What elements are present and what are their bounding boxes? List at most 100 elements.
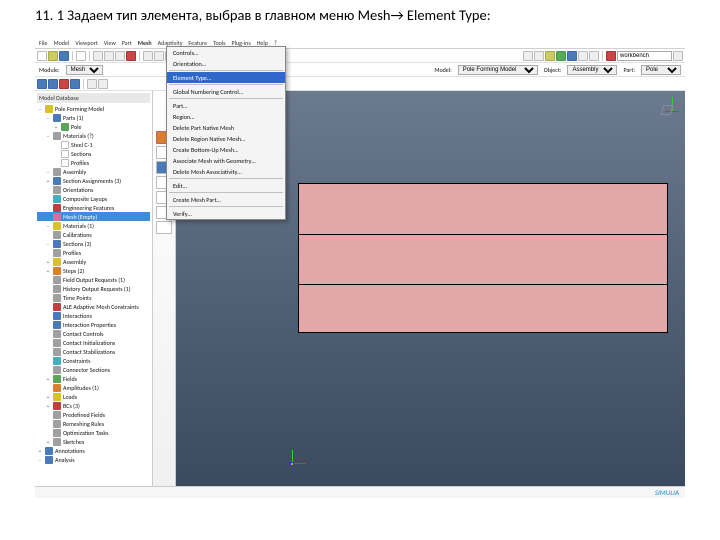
toolbar-search-input[interactable] [617, 51, 672, 61]
tb2f-icon[interactable] [98, 79, 108, 89]
tb-viewA-icon[interactable] [523, 51, 533, 61]
tree-node-8[interactable]: +Section Assignments (3) [37, 176, 150, 185]
menu-model[interactable]: Model [54, 39, 70, 47]
menu-item-15[interactable]: Edit… [167, 180, 285, 191]
tree-node-3[interactable]: −Materials (?) [37, 131, 150, 140]
tb-view1-icon[interactable] [143, 51, 153, 61]
tb2e-icon[interactable] [87, 79, 97, 89]
tree-node-1[interactable]: −Parts (1) [37, 113, 150, 122]
tb-remove-icon[interactable] [606, 51, 616, 61]
tree-node-0[interactable]: −Pole Forming Model [37, 104, 150, 113]
tb-view2-icon[interactable] [154, 51, 164, 61]
tb-open-icon[interactable] [48, 51, 58, 61]
tree-node-17[interactable]: +Assembly [37, 257, 150, 266]
menu-item-10[interactable]: Delete Region Native Mesh… [167, 133, 285, 144]
menu-item-19[interactable]: Verify… [167, 208, 285, 219]
object-select[interactable]: Assembly [567, 65, 617, 75]
tb-search-icon[interactable] [673, 51, 683, 61]
vt-mesh6-icon[interactable] [156, 221, 172, 234]
tree-node-34[interactable]: Predefined Fields [37, 410, 150, 419]
tree-node-24[interactable]: Interaction Properties [37, 320, 150, 329]
module-select[interactable]: Mesh [66, 65, 103, 75]
model-select[interactable]: Pole Forming Model [458, 65, 538, 75]
tree-node-14[interactable]: Calibrations [37, 230, 150, 239]
tree-node-13[interactable]: −Materials (1) [37, 221, 150, 230]
menu-part[interactable]: Part [122, 39, 132, 47]
tree-node-37[interactable]: +Sketches [37, 437, 150, 446]
view-cube-icon[interactable] [657, 97, 679, 119]
tb-zoom-icon[interactable] [115, 51, 125, 61]
tree-node-12[interactable]: Mesh (Empty) [37, 212, 150, 221]
tree-node-7[interactable]: −Assembly [37, 167, 150, 176]
tree-node-15[interactable]: −Sections (3) [37, 239, 150, 248]
tb-fit-icon[interactable] [126, 51, 136, 61]
menu-item-12[interactable]: Associate Mesh with Geometry… [167, 155, 285, 166]
menu-mesh[interactable]: Mesh [138, 39, 152, 47]
tree-node-6[interactable]: Profiles [37, 158, 150, 167]
menu-view[interactable]: View [104, 39, 116, 47]
tree-node-2[interactable]: +Pole [37, 122, 150, 131]
tree-node-21[interactable]: Time Points [37, 293, 150, 302]
tree-node-38[interactable]: +Annotations [37, 446, 150, 455]
tb-new-icon[interactable] [37, 51, 47, 61]
tree-node-23[interactable]: Interactions [37, 311, 150, 320]
model-tree[interactable]: Model Database −Pole Forming Model−Parts… [35, 91, 153, 486]
menu-item-1[interactable]: Orientation… [167, 58, 285, 69]
menu-item-7[interactable]: Part… [167, 100, 285, 111]
caption: 11. 1 Задаем тип элемента, выбрав в глав… [0, 0, 720, 28]
tree-node-35[interactable]: Remeshing Rules [37, 419, 150, 428]
menubar[interactable]: File Model Viewport View Part Mesh Adapt… [35, 38, 685, 49]
tree-node-9[interactable]: Orientations [37, 185, 150, 194]
tree-node-4[interactable]: Steel C-1 [37, 140, 150, 149]
tb-print-icon[interactable] [76, 51, 86, 61]
tb2a-icon[interactable] [37, 79, 47, 89]
tb-viewC-icon[interactable] [545, 51, 555, 61]
menu-viewport[interactable]: Viewport [75, 39, 97, 47]
mesh-dropdown-menu[interactable]: Controls…Orientation… Element Type… Global… [166, 46, 286, 220]
tree-node-18[interactable]: +Steps (2) [37, 266, 150, 275]
tree-node-22[interactable]: ALE Adaptive Mesh Constraints [37, 302, 150, 311]
toolbar-1 [35, 49, 685, 63]
tree-node-5[interactable]: Sections [37, 149, 150, 158]
menu-item-11[interactable]: Create Bottom-Up Mesh… [167, 144, 285, 155]
tree-node-27[interactable]: Contact Stabilizations [37, 347, 150, 356]
tb2b-icon[interactable] [48, 79, 58, 89]
part-select[interactable]: Pole [641, 65, 681, 75]
part-geometry[interactable] [298, 183, 668, 333]
tb-viewE-icon[interactable] [567, 51, 577, 61]
menu-item-13[interactable]: Delete Mesh Associativity… [167, 166, 285, 177]
tb-viewG-icon[interactable] [589, 51, 599, 61]
tree-node-19[interactable]: Field Output Requests (1) [37, 275, 150, 284]
tb-viewF-icon[interactable] [578, 51, 588, 61]
tree-node-32[interactable]: +Loads [37, 392, 150, 401]
menu-item-9[interactable]: Delete Part Native Mesh [167, 122, 285, 133]
tree-node-26[interactable]: Contact Initializations [37, 338, 150, 347]
tree-node-31[interactable]: Amplitudes (1) [37, 383, 150, 392]
tree-node-28[interactable]: Constraints [37, 356, 150, 365]
tb-viewD-icon[interactable] [556, 51, 566, 61]
tb-pan-icon[interactable] [104, 51, 114, 61]
menu-item-17[interactable]: Create Mesh Part… [167, 194, 285, 205]
menu-file[interactable]: File [39, 39, 48, 47]
tree-node-33[interactable]: +BCs (3) [37, 401, 150, 410]
tree-node-36[interactable]: Optimization Tasks [37, 428, 150, 437]
tb-viewB-icon[interactable] [534, 51, 544, 61]
module-label: Module: [39, 66, 60, 74]
tree-node-20[interactable]: History Output Requests (1) [37, 284, 150, 293]
tb2c-icon[interactable] [59, 79, 69, 89]
tree-node-10[interactable]: Composite Layups [37, 194, 150, 203]
menu-item-5[interactable]: Global Numbering Control… [167, 86, 285, 97]
tree-node-11[interactable]: Engineering Features [37, 203, 150, 212]
menu-item-8[interactable]: Region… [167, 111, 285, 122]
tb-rotate-icon[interactable] [93, 51, 103, 61]
tree-node-29[interactable]: Connector Sections [37, 365, 150, 374]
tree-node-39[interactable]: −Analysis [37, 455, 150, 464]
tb-save-icon[interactable] [59, 51, 69, 61]
tree-node-25[interactable]: Contact Controls [37, 329, 150, 338]
brand-label: SIMULIA [655, 488, 679, 497]
tb2d-icon[interactable] [70, 79, 80, 89]
menu-item-3[interactable]: Element Type… [167, 72, 285, 83]
tree-node-30[interactable]: +Fields [37, 374, 150, 383]
tree-node-16[interactable]: Profiles [37, 248, 150, 257]
menu-item-0[interactable]: Controls… [167, 47, 285, 58]
